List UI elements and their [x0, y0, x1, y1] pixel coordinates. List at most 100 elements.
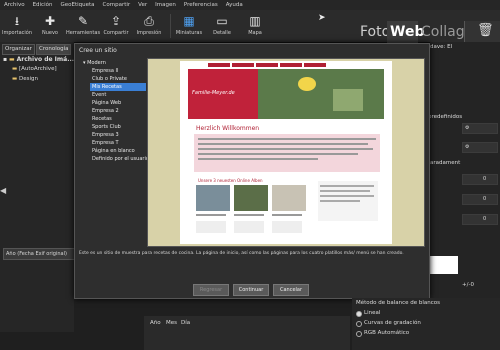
template-item[interactable]: Empresa II: [92, 68, 118, 74]
brush-icon: ✎: [77, 14, 89, 28]
preview-banner-photo: [258, 69, 384, 119]
tab-cronologia[interactable]: Cronología: [36, 44, 72, 55]
tree-item-autoarchive[interactable]: ▬ [AutoArchive]: [12, 66, 57, 72]
option-rgb[interactable]: RGB Automático: [364, 330, 409, 336]
value-row[interactable]: 0: [462, 214, 498, 225]
preview-caption: [272, 214, 302, 216]
cancel-button[interactable]: Cancelar: [273, 284, 309, 296]
new-button[interactable]: ✚ Nuevo: [33, 12, 67, 36]
preview-text-line: [198, 148, 373, 150]
color-swatch[interactable]: [430, 256, 458, 274]
share-icon: ⇪: [110, 14, 122, 28]
template-item-selected[interactable]: Mis Recetas: [92, 84, 122, 90]
share-button[interactable]: ⇪ Compartir: [99, 12, 133, 36]
exposure-value: +/-0: [462, 282, 474, 288]
print-button[interactable]: ⎙ Impresión: [132, 12, 166, 36]
menu-edicion[interactable]: Edición: [29, 2, 57, 8]
template-item[interactable]: Recetas: [92, 116, 112, 122]
preview-text-line: [320, 200, 360, 202]
year-filter[interactable]: Año (Fecha Exif original): [3, 248, 75, 260]
tree-item-design[interactable]: ▬ Design: [12, 76, 38, 82]
duck-image: [298, 77, 316, 91]
flower-image: [333, 89, 363, 111]
mode-web[interactable]: Web: [390, 24, 424, 40]
grid-icon: ▦: [183, 14, 195, 28]
radio-rgb[interactable]: [356, 331, 362, 337]
preview-nav-tab: [304, 63, 326, 67]
menu-ver[interactable]: Ver: [134, 2, 151, 8]
menu-archivo[interactable]: Archivo: [0, 2, 29, 8]
menu-imagen[interactable]: Imagen: [151, 2, 180, 8]
preset-row[interactable]: ⚙: [462, 123, 498, 134]
mode-foto[interactable]: Foto: [360, 24, 390, 40]
preview-caption-text: [272, 221, 302, 233]
preview-text-line: [320, 190, 370, 192]
menu-compartir[interactable]: Compartir: [99, 2, 135, 8]
preview-text-line: [320, 185, 374, 187]
timeline-tab-month[interactable]: Mes: [166, 320, 177, 326]
print-icon: ⎙: [144, 14, 154, 28]
section-degradado: aradament: [430, 160, 461, 166]
menu-ayuda[interactable]: Ayuda: [222, 2, 247, 8]
template-item[interactable]: Página Web: [92, 100, 121, 106]
menu-preferencias[interactable]: Preferencias: [180, 2, 222, 8]
detail-button[interactable]: ▭ Detalle: [205, 12, 239, 36]
template-preview: Familie-Meyer.de Herzlich Willkommen Uns…: [147, 58, 425, 247]
radio-lineal[interactable]: [356, 311, 362, 317]
template-list: ▾ Modern Empresa II Club o Private Mis R…: [81, 58, 149, 162]
template-item[interactable]: Página en blanco: [92, 148, 135, 154]
trash-button[interactable]: 🗑: [464, 21, 500, 43]
menu-geoetiqueta[interactable]: GeoEtiqueta: [56, 2, 98, 8]
settings-icon: ⚙: [465, 144, 470, 150]
tools-button[interactable]: ✎ Herramientas: [66, 12, 100, 36]
value-row[interactable]: 0: [462, 174, 498, 185]
settings-icon: ⚙: [465, 125, 470, 131]
template-group[interactable]: ▾ Modern: [83, 60, 106, 66]
template-item[interactable]: Event: [92, 92, 106, 98]
import-button[interactable]: ⭳ Importación: [0, 12, 34, 36]
preset-row-2[interactable]: ⚙: [462, 142, 498, 153]
menu-bar: Archivo Edición GeoEtiqueta Compartir Ve…: [0, 0, 500, 10]
preview-caption-text: [196, 221, 226, 233]
timeline-tab-day[interactable]: Día: [181, 320, 190, 326]
thumbnails-button[interactable]: ▦ Miniaturas: [172, 12, 206, 36]
preview-nav-tab: [208, 63, 230, 67]
right-panel-label: dave: El: [430, 44, 453, 50]
expand-icon: ▪: [3, 56, 8, 63]
left-panel: [0, 42, 74, 332]
preview-text-line: [320, 195, 374, 197]
collapse-left-icon[interactable]: ◀: [0, 186, 6, 195]
import-icon: ⭳: [14, 14, 20, 28]
gallery-thumb-1: [196, 185, 230, 211]
preview-nav-tab: [232, 63, 254, 67]
map-button[interactable]: ▥ Mapa: [238, 12, 272, 36]
preview-caption-text: [234, 221, 264, 233]
option-lineal[interactable]: Lineal: [364, 310, 380, 316]
preview-text-line: [198, 138, 376, 140]
preview-welcome: Herzlich Willkommen: [196, 125, 260, 132]
gallery-thumb-2: [234, 185, 268, 211]
tab-organizar[interactable]: Organizar: [2, 44, 35, 55]
preview-text-line: [198, 158, 318, 160]
preview-caption: [234, 214, 264, 216]
option-curvas[interactable]: Curvas de gradación: [364, 320, 421, 326]
template-item[interactable]: Sports Club: [92, 124, 121, 130]
folder-icon: ▬: [12, 76, 18, 82]
template-item[interactable]: Empresa 2: [92, 108, 119, 114]
right-panel: [430, 42, 500, 332]
template-item[interactable]: Definido por el usuario: [92, 156, 149, 162]
timeline-tab-year[interactable]: Año: [150, 320, 161, 326]
continue-button[interactable]: Continuar: [233, 284, 269, 296]
cursor-icon: ➤: [318, 13, 326, 23]
value-row[interactable]: 0: [462, 194, 498, 205]
template-item[interactable]: Club o Private: [92, 76, 127, 82]
trash-icon: 🗑: [477, 23, 494, 38]
tree-root[interactable]: ▪ ▬ Archivo de Imá...: [3, 56, 74, 63]
map-icon: ▥: [249, 14, 261, 28]
preview-nav-tab: [280, 63, 302, 67]
radio-curvas[interactable]: [356, 321, 362, 327]
plus-icon: ✚: [44, 14, 56, 28]
template-item[interactable]: Empresa T: [92, 140, 119, 146]
template-item[interactable]: Empresa 3: [92, 132, 119, 138]
back-button[interactable]: Regresar: [193, 284, 229, 296]
